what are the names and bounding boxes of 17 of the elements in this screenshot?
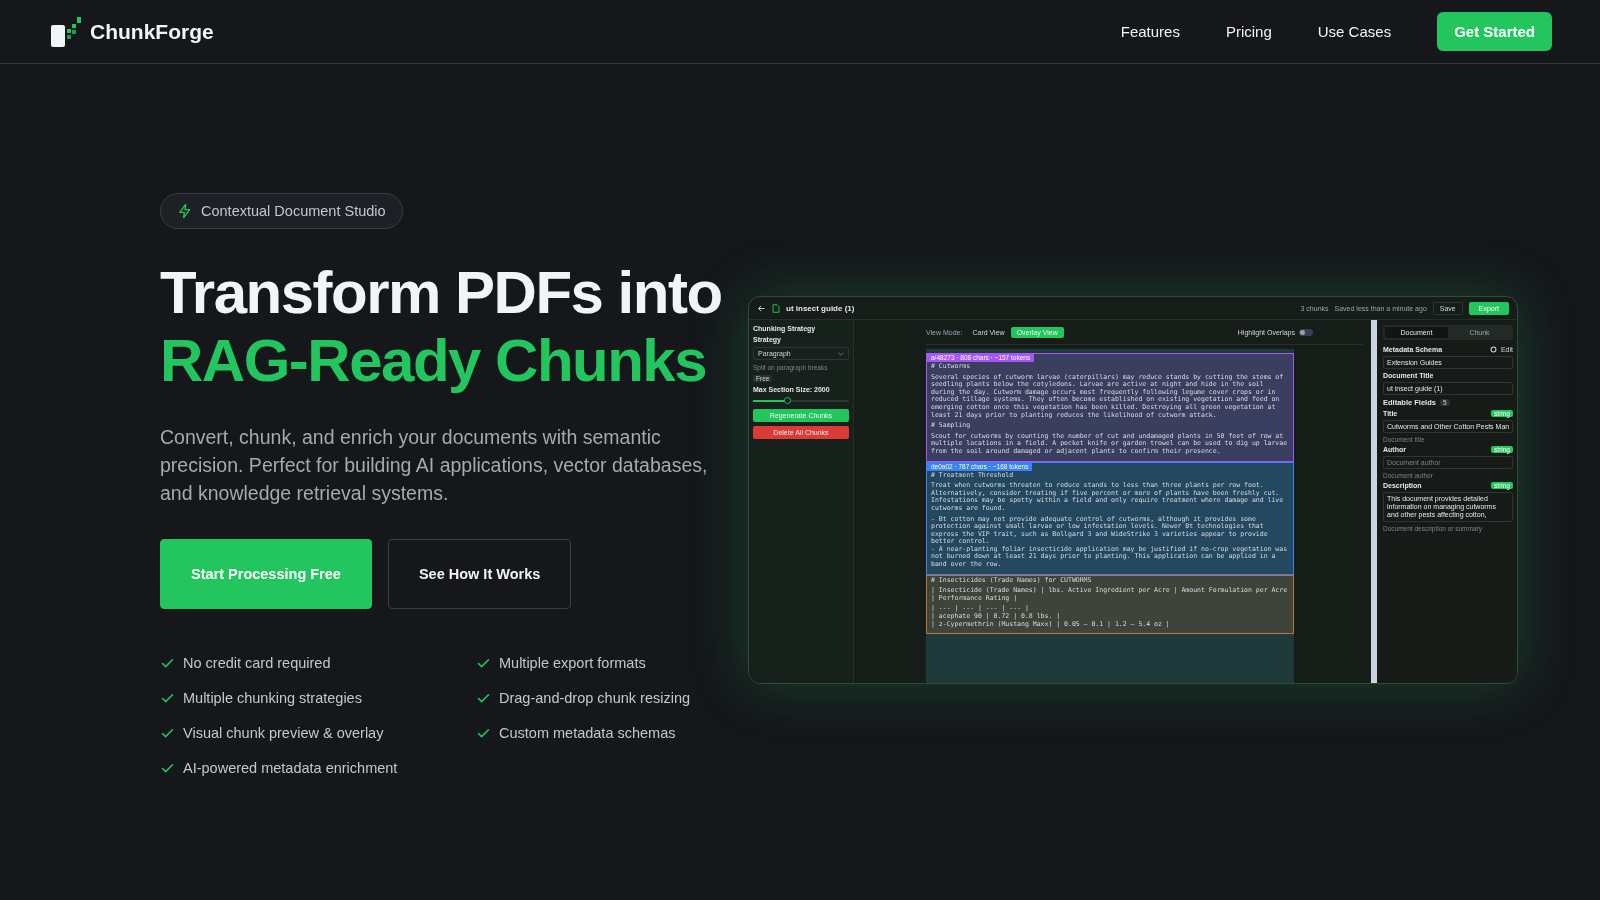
feature-text: Visual chunk preview & overlay [183, 725, 384, 741]
brand-name[interactable]: ChunkForge [90, 19, 214, 44]
nav-link[interactable]: Features [1120, 23, 1180, 40]
feature-text: Custom metadata schemas [499, 725, 676, 741]
badge-text: Contextual Document Studio [201, 203, 386, 219]
feature-text: AI-powered metadata enrichment [183, 760, 398, 776]
feature-text: Multiple chunking strategies [183, 690, 362, 706]
feature-text: No credit card required [183, 655, 331, 671]
feature-text: Drag-and-drop chunk resizing [499, 690, 690, 706]
nav-link[interactable]: Pricing [1225, 23, 1272, 40]
feature-text: Multiple export formats [499, 655, 646, 671]
file-name: ut insect guide (1) [786, 303, 855, 313]
headline: Transform PDFs into [160, 259, 722, 327]
how-it-works-button[interactable]: See How It Works [387, 539, 572, 609]
headline-highlight: RAG-Ready Chunks [160, 327, 708, 395]
nav-link[interactable]: Use Cases [1317, 23, 1392, 40]
hero-description: Convert, chunk, and enrich your documents with semantic precision. Perfect for building AI applications, vector databases, and knowledge retrieval systems. [160, 425, 708, 506]
